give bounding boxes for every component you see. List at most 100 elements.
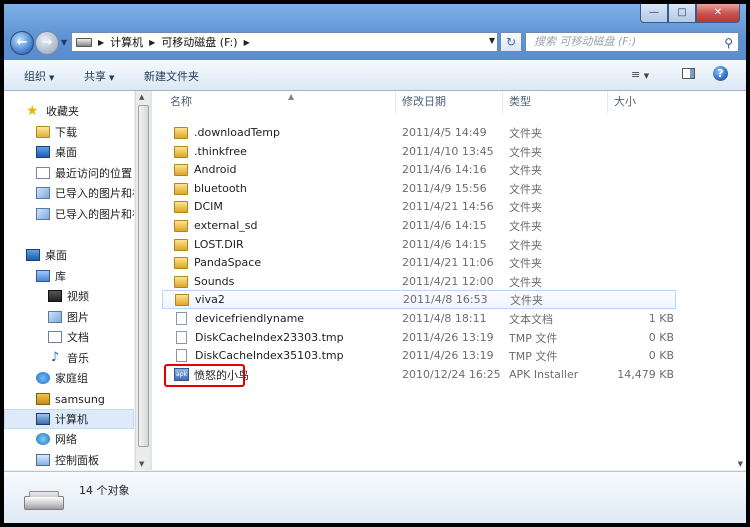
- file-row[interactable]: external_sd 2011/4/6 14:15 文件夹: [162, 216, 676, 235]
- file-name: devicefriendlyname: [195, 312, 305, 325]
- nav-label: 桌面: [45, 249, 67, 262]
- file-name: external_sd: [194, 219, 258, 232]
- libraries-icon: [36, 270, 50, 282]
- column-header-date[interactable]: 修改日期: [396, 91, 503, 113]
- chevron-right-icon[interactable]: ▶: [98, 38, 104, 47]
- file-row[interactable]: .thinkfree 2011/4/10 13:45 文件夹: [162, 142, 676, 161]
- nav-pictures[interactable]: 图片: [48, 307, 89, 327]
- nav-libraries[interactable]: 库: [36, 266, 66, 286]
- nav-scroll-thumb[interactable]: [138, 105, 149, 447]
- network-icon: [36, 433, 50, 445]
- recent-places-icon: [36, 167, 50, 179]
- forward-button[interactable]: →: [35, 31, 59, 55]
- nav-network[interactable]: 网络: [36, 429, 77, 449]
- column-header-size[interactable]: 大小: [608, 91, 688, 113]
- search-input[interactable]: 搜索 可移动磁盘 (F:) ⚲: [525, 32, 739, 52]
- chevron-right-icon[interactable]: ▶: [244, 38, 250, 47]
- file-name-cell: DCIM: [174, 200, 223, 213]
- folder-icon: [174, 126, 188, 139]
- breadcrumb-removable-disk[interactable]: 可移动磁盘 (F:): [161, 34, 237, 50]
- new-folder-button[interactable]: 新建文件夹: [144, 68, 199, 84]
- address-bar[interactable]: ▶ 计算机 ▶ 可移动磁盘 (F:) ▶ ▼: [71, 32, 498, 52]
- scroll-down-icon[interactable]: ▼: [139, 460, 144, 468]
- file-row[interactable]: DiskCacheIndex23303.tmp 2011/4/26 13:19 TM…: [162, 328, 676, 347]
- window-chrome: — □ ✕ ← → ▼ ▶ 计算机 ▶ 可移动磁盘 (F:) ▶ ▼ ↻ 搜索 …: [4, 4, 746, 60]
- nav-label: 音乐: [67, 352, 89, 365]
- nav-favorites[interactable]: ★ 收藏夹: [26, 101, 79, 121]
- maximize-button[interactable]: □: [668, 4, 696, 23]
- nav-user-samsung[interactable]: samsung: [36, 389, 105, 409]
- file-size: 0 KB: [648, 349, 674, 362]
- chevron-right-icon[interactable]: ▶: [149, 38, 155, 47]
- nav-label: 视频: [67, 290, 89, 303]
- change-view-button[interactable]: ≡ ▼: [631, 68, 649, 81]
- organize-menu[interactable]: 组织 ▼: [24, 68, 54, 84]
- nav-computer[interactable]: 计算机: [4, 409, 134, 429]
- preview-pane-icon[interactable]: [682, 68, 695, 79]
- nav-label: 桌面: [55, 146, 77, 159]
- nav-downloads[interactable]: 下载: [36, 122, 77, 142]
- nav-label: 家庭组: [55, 372, 88, 385]
- file-type: 文件夹: [509, 126, 542, 140]
- nav-scrollbar[interactable]: ▲ ▼: [135, 91, 150, 470]
- search-icon[interactable]: ⚲: [724, 34, 733, 52]
- file-name-cell: PandaSpace: [174, 256, 261, 269]
- nav-desktop-favorite[interactable]: 桌面: [36, 142, 77, 162]
- back-button[interactable]: ←: [10, 31, 34, 55]
- nav-documents[interactable]: 文档: [48, 327, 89, 347]
- file-row[interactable]: .downloadTemp 2011/4/5 14:49 文件夹: [162, 123, 676, 142]
- help-icon[interactable]: ?: [713, 66, 728, 81]
- file-date: 2011/4/6 14:15: [402, 238, 487, 251]
- refresh-button[interactable]: ↻: [500, 32, 522, 52]
- minimize-button[interactable]: —: [640, 4, 668, 23]
- computer-icon: [36, 413, 50, 425]
- nav-music[interactable]: ♪ 音乐: [48, 348, 89, 368]
- nav-imported-pictures-1[interactable]: 已导入的图片和视: [36, 183, 134, 203]
- recent-pages-dropdown[interactable]: ▼: [61, 38, 67, 47]
- file-row[interactable]: Android 2011/4/6 14:16 文件夹: [162, 160, 676, 179]
- scroll-down-icon[interactable]: ▼: [738, 460, 743, 468]
- file-type: 文件夹: [509, 163, 542, 177]
- column-header-name[interactable]: 名称 ▲: [164, 91, 396, 113]
- nav-recent-places[interactable]: 最近访问的位置: [36, 163, 132, 183]
- nav-label: 已导入的图片和视: [55, 187, 134, 200]
- breadcrumb-computer[interactable]: 计算机: [110, 34, 143, 50]
- file-date: 2011/4/6 14:16: [402, 163, 487, 176]
- file-name-cell: viva2: [175, 293, 225, 306]
- file-row[interactable]: LOST.DIR 2011/4/6 14:15 文件夹: [162, 235, 676, 254]
- folder-icon: [174, 238, 188, 251]
- nav-homegroup[interactable]: 家庭组: [36, 368, 88, 388]
- file-row[interactable]: DCIM 2011/4/21 14:56 文件夹: [162, 197, 676, 216]
- scroll-up-icon[interactable]: ▲: [139, 93, 144, 101]
- column-header-type[interactable]: 类型: [503, 91, 608, 113]
- file-date: 2011/4/9 15:56: [402, 182, 487, 195]
- file-name-cell: .thinkfree: [174, 145, 247, 158]
- file-row[interactable]: bluetooth 2011/4/9 15:56 文件夹: [162, 179, 676, 198]
- file-name: DiskCacheIndex35103.tmp: [195, 349, 344, 362]
- nav-videos[interactable]: 视频: [48, 286, 89, 306]
- file-row[interactable]: DiskCacheIndex35103.tmp 2011/4/26 13:19 TM…: [162, 346, 676, 365]
- file-row[interactable]: viva2 2011/4/8 16:53 文件夹: [162, 290, 676, 309]
- file-row[interactable]: Sounds 2011/4/21 12:00 文件夹: [162, 272, 676, 291]
- pictures-icon: [48, 311, 62, 323]
- file-type: 文本文档: [509, 312, 553, 326]
- file-row[interactable]: PandaSpace 2011/4/21 11:06 文件夹: [162, 253, 676, 272]
- address-history-dropdown[interactable]: ▼: [489, 36, 495, 45]
- picture-folder-icon: [36, 208, 50, 220]
- close-button[interactable]: ✕: [696, 4, 740, 23]
- file-name-cell: Android: [174, 163, 237, 176]
- picture-folder-icon: [36, 187, 50, 199]
- file-name-cell: external_sd: [174, 219, 257, 232]
- share-menu[interactable]: 共享 ▼: [84, 68, 114, 84]
- file-list-pane: 名称 ▲ 修改日期 类型 大小 .downloadTemp 2011/4/5 14:…: [152, 91, 746, 470]
- explorer-window: — □ ✕ ← → ▼ ▶ 计算机 ▶ 可移动磁盘 (F:) ▶ ▼ ↻ 搜索 …: [4, 4, 746, 523]
- file-date: 2011/4/6 14:15: [402, 219, 487, 232]
- nav-control-panel[interactable]: 控制面板: [36, 450, 99, 470]
- file-name: .thinkfree: [194, 145, 247, 158]
- nav-label: 控制面板: [55, 454, 99, 467]
- file-type: 文件夹: [509, 200, 542, 214]
- nav-desktop[interactable]: 桌面: [26, 245, 67, 265]
- nav-imported-pictures-2[interactable]: 已导入的图片和视: [36, 204, 134, 224]
- file-row[interactable]: devicefriendlyname 2011/4/8 18:11 文本文档 1 KB: [162, 309, 676, 328]
- downloads-folder-icon: [36, 126, 50, 138]
